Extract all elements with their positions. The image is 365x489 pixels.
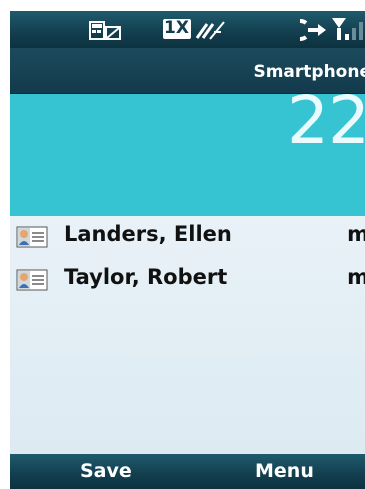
key-arrow-icon [300, 19, 326, 41]
contact-type-tag: m [347, 265, 365, 289]
contact-card-icon [16, 269, 48, 291]
softkey-bar: Save Menu [10, 454, 365, 489]
contact-type-tag: m [347, 222, 365, 246]
contact-card-icon [16, 226, 48, 248]
contact-name: Landers, Ellen [64, 222, 232, 246]
number-panel: 22 [10, 88, 365, 216]
save-softkey[interactable]: Save [80, 460, 132, 482]
status-bar: 1X [10, 11, 365, 48]
1x-data-icon: 1X [163, 18, 191, 39]
panel-number: 22 [287, 82, 365, 159]
message-icon [89, 21, 121, 40]
contact-name: Taylor, Robert [64, 265, 228, 289]
app-title: Smartphone [253, 62, 365, 82]
list-item[interactable]: Taylor, Robert m [10, 264, 365, 298]
signal-icon [332, 18, 363, 40]
list-item[interactable]: Landers, Ellen m [10, 221, 365, 255]
menu-softkey[interactable]: Menu [255, 460, 314, 482]
phone-screen: 1X Smartphone 22 Landers, Ellen m Taylor… [10, 11, 365, 489]
no-sync-icon [195, 21, 225, 40]
